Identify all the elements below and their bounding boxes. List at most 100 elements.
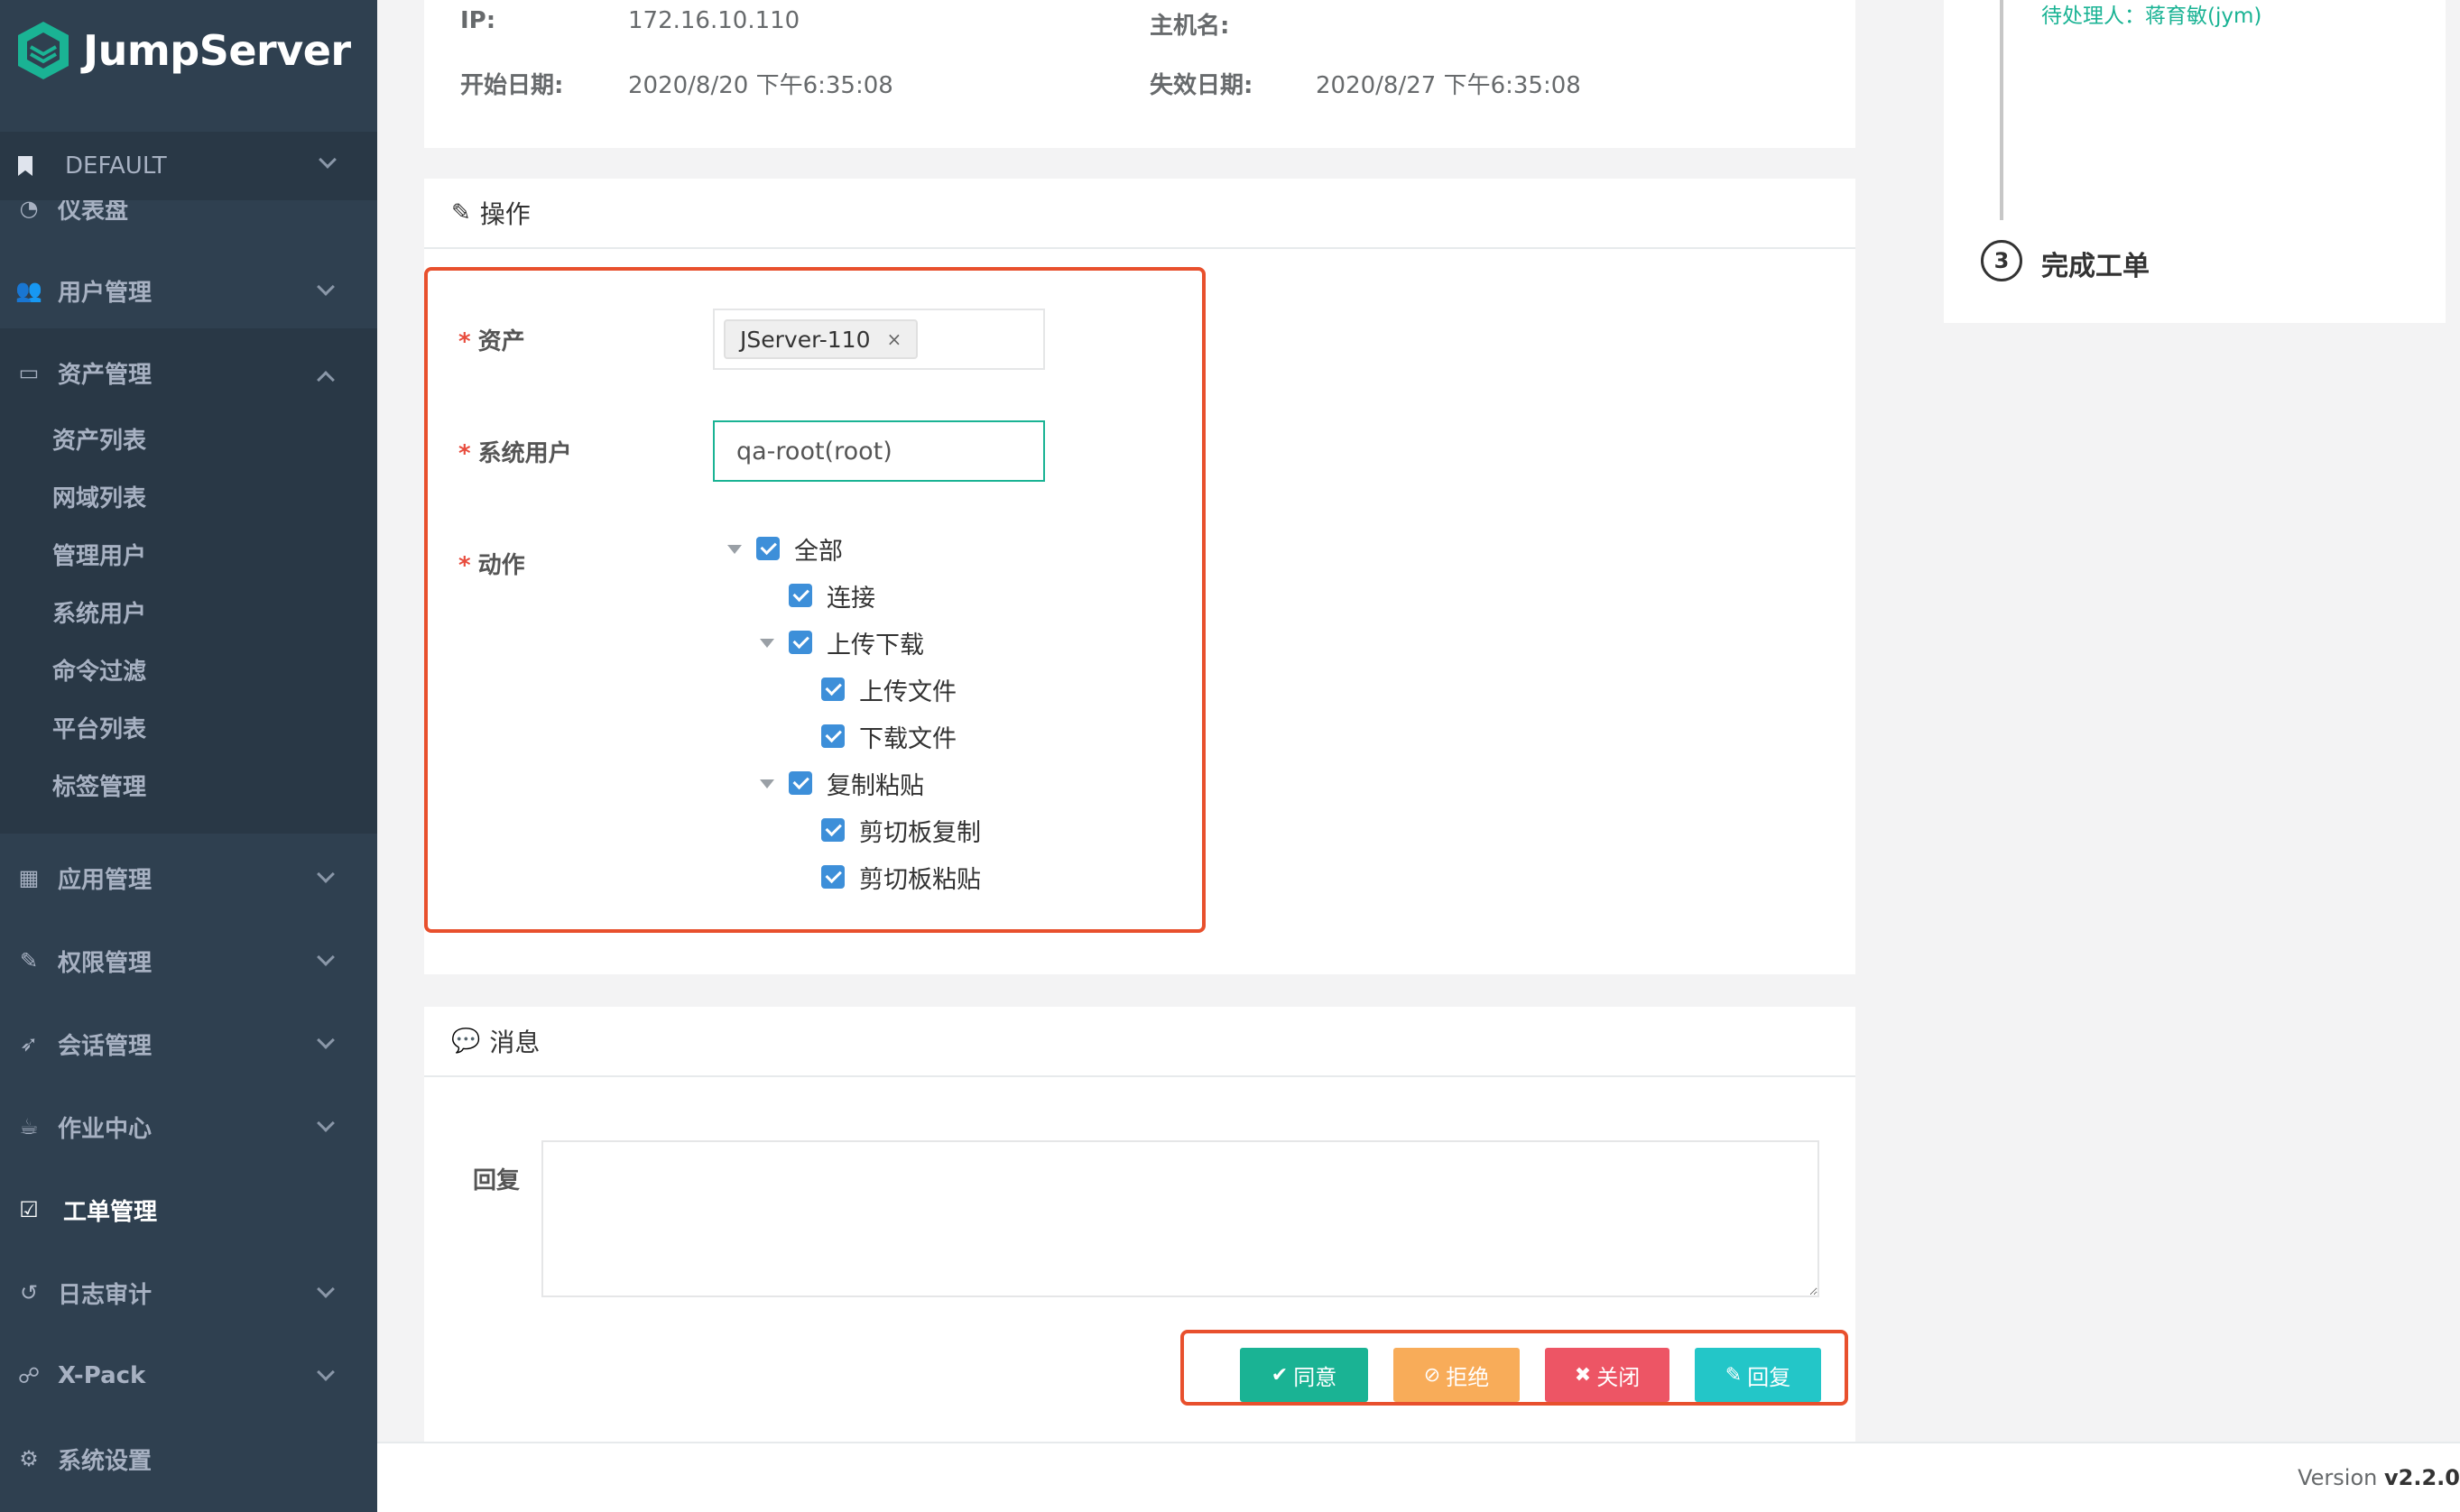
comments-icon: 💬	[451, 1028, 481, 1055]
chevron-down-icon	[317, 1280, 335, 1298]
subnav-admin-user[interactable]: 管理用户	[52, 538, 146, 571]
subnav-domain-list[interactable]: 网域列表	[52, 480, 146, 513]
approve-button[interactable]: ✔ 同意	[1240, 1348, 1368, 1402]
step-title: 完成工单	[2041, 251, 2150, 282]
inbox-icon: ▭	[18, 360, 40, 385]
asset-label: * 资产	[458, 328, 525, 355]
chevron-down-icon	[317, 865, 335, 883]
checkbox-checked[interactable]	[821, 818, 845, 842]
operation-card-header: ✎ 操作	[424, 179, 1855, 249]
step-number: 3	[1981, 240, 2022, 281]
message-card-header: 💬 消息	[424, 1007, 1855, 1077]
times-icon: ✖	[1574, 1363, 1592, 1387]
checkbox-checked[interactable]	[821, 678, 845, 701]
system-user-field[interactable]: qa-root(root)	[713, 420, 1045, 482]
nav-ops[interactable]: ☕ 作业中心	[0, 1092, 377, 1162]
tree-node-all[interactable]: 全部	[756, 530, 843, 567]
checkbox-checked[interactable]	[789, 631, 812, 654]
hostname-label: 主机名:	[1150, 13, 1230, 40]
system-user-label: * 系统用户	[458, 440, 572, 467]
reply-textarea[interactable]	[541, 1140, 1819, 1297]
nav-audits[interactable]: ↺ 日志审计	[0, 1258, 377, 1328]
nav-assets[interactable]: ▭ 资产管理	[0, 337, 377, 408]
chevron-down-icon	[319, 151, 337, 169]
reply-label: 回复	[473, 1167, 521, 1194]
checkbox-checked[interactable]	[789, 771, 812, 795]
close-icon[interactable]: ×	[887, 328, 902, 350]
subnav-platform-list[interactable]: 平台列表	[52, 711, 146, 744]
nav-permissions[interactable]: ✎ 权限管理	[0, 926, 377, 996]
check-icon: ✔	[1271, 1363, 1289, 1387]
checkbox-checked[interactable]	[821, 865, 845, 889]
nav-label: 日志审计	[58, 1281, 153, 1309]
grid-icon: ▦	[18, 865, 40, 890]
tree-node-download[interactable]: 下载文件	[821, 718, 957, 754]
ip-value: 172.16.10.110	[628, 7, 800, 34]
nav-label: 应用管理	[58, 866, 153, 894]
tree-node-clipboard[interactable]: 复制粘贴	[789, 765, 924, 801]
nav-label: 用户管理	[58, 279, 153, 307]
nav-sessions[interactable]: ➶ 会话管理	[0, 1009, 377, 1079]
edit-icon: ✎	[451, 199, 471, 226]
tree-node-label: 连接	[827, 584, 875, 613]
logo[interactable]: JumpServer	[16, 20, 351, 81]
rocket-icon: ➶	[19, 1031, 39, 1056]
tree-node-label: 上传文件	[859, 678, 957, 706]
asset-tag: JServer-110 ×	[724, 319, 919, 359]
sidebar: JumpServer DEFAULT ◔ 仪表盘 DEFAULT 👥 用户管理 …	[0, 0, 377, 1512]
nav-tickets[interactable]: ☑ 工单管理	[0, 1175, 377, 1245]
tree-node-updown[interactable]: 上传下载	[789, 624, 924, 660]
tree-node-connect[interactable]: 连接	[789, 577, 875, 613]
nav-label: X-Pack	[58, 1362, 146, 1389]
chevron-down-icon	[317, 1031, 335, 1049]
asset-select[interactable]: JServer-110 ×	[713, 309, 1045, 370]
org-name: DEFAULT	[65, 152, 167, 180]
chevron-up-icon	[317, 371, 335, 389]
ticket-info-card: IP: 172.16.10.110 主机名: 开始日期: 2020/8/20 下…	[424, 0, 1855, 148]
chevron-down-icon	[317, 948, 335, 966]
nav-users[interactable]: 👥 用户管理	[0, 255, 377, 326]
subnav-system-user[interactable]: 系统用户	[52, 595, 146, 629]
nav-applications[interactable]: ▦ 应用管理	[0, 843, 377, 913]
tree-node-label: 全部	[794, 537, 843, 566]
subnav-command-filter[interactable]: 命令过滤	[52, 653, 146, 687]
nav-label: 系统设置	[58, 1447, 153, 1475]
chevron-down-icon	[317, 1363, 335, 1381]
sitemap-icon: ☍	[17, 1363, 41, 1388]
tree-node-label: 复制粘贴	[827, 771, 924, 800]
history-icon: ↺	[19, 1280, 39, 1305]
tree-node-label: 下载文件	[859, 724, 957, 753]
nav-settings[interactable]: ⚙ 系统设置	[0, 1424, 377, 1494]
subnav-label-manage[interactable]: 标签管理	[52, 769, 146, 802]
ip-label: IP:	[460, 7, 496, 34]
checkbox-checked[interactable]	[756, 537, 780, 560]
chevron-down-icon	[317, 1114, 335, 1132]
start-date-value: 2020/8/20 下午6:35:08	[628, 72, 893, 99]
tree-node-upload[interactable]: 上传文件	[821, 671, 957, 707]
nav-xpack[interactable]: ☍ X-Pack	[0, 1341, 377, 1411]
tree-node-copy[interactable]: 剪切板复制	[821, 812, 981, 848]
nav-label: 作业中心	[58, 1115, 153, 1143]
caret-down-icon[interactable]	[760, 639, 774, 648]
footer: Version v2.2.0	[377, 1442, 2460, 1512]
reply-button[interactable]: ✎ 回复	[1695, 1348, 1821, 1402]
edit-icon: ✎	[19, 948, 39, 973]
message-title: 消息	[489, 1028, 541, 1057]
expire-date-label: 失效日期:	[1150, 72, 1253, 99]
operation-title: 操作	[479, 199, 531, 229]
subnav-asset-list[interactable]: 资产列表	[52, 422, 146, 456]
version-text: Version v2.2.0	[2298, 1465, 2460, 1490]
reject-button[interactable]: ⊘ 拒绝	[1393, 1348, 1520, 1402]
brand-name: JumpServer	[83, 26, 351, 75]
chevron-down-icon	[317, 278, 335, 296]
coffee-icon: ☕	[19, 1114, 39, 1139]
caret-down-icon[interactable]	[760, 779, 774, 788]
nav-label: 权限管理	[58, 949, 153, 977]
close-button[interactable]: ✖ 关闭	[1545, 1348, 1669, 1402]
tree-node-label: 剪切板复制	[859, 818, 981, 847]
tree-node-paste[interactable]: 剪切板粘贴	[821, 859, 981, 895]
caret-down-icon[interactable]	[727, 545, 742, 554]
checkbox-checked[interactable]	[789, 584, 812, 607]
nav-label: 会话管理	[58, 1032, 153, 1060]
checkbox-checked[interactable]	[821, 724, 845, 748]
